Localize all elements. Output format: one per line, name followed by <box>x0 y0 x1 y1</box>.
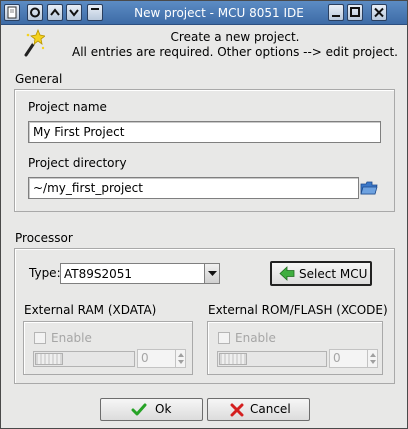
shade-down-icon[interactable] <box>66 4 82 21</box>
external-rom-spinbox[interactable]: 0 <box>329 349 378 368</box>
external-ram-enable-label: Enable <box>51 331 92 345</box>
ok-button[interactable]: Ok <box>100 398 203 421</box>
header-text-1: Create a new project. <box>170 30 300 44</box>
project-directory-input[interactable]: ~/my_first_project <box>28 177 359 199</box>
cancel-x-icon <box>230 403 244 420</box>
external-ram-slider[interactable] <box>33 351 135 367</box>
dialog-window: New project - MCU 8051 IDE Create a new … <box>0 0 408 429</box>
select-mcu-button[interactable]: Select MCU <box>270 261 372 286</box>
type-label: Type: <box>29 266 61 280</box>
mcu-type-value: AT89S2051 <box>64 267 133 281</box>
project-directory-label: Project directory <box>28 156 127 170</box>
header-text-2: All entries are required. Other options … <box>72 45 398 59</box>
mcu-type-combobox[interactable]: AT89S2051 <box>60 263 220 284</box>
processor-section-title: Processor <box>15 231 73 245</box>
spin-arrows-icon[interactable] <box>367 350 377 367</box>
external-ram-title: External RAM (XDATA) <box>24 303 157 317</box>
magic-wand-icon <box>19 28 46 59</box>
external-rom-enable-label: Enable <box>235 331 276 345</box>
select-mcu-label: Select MCU <box>299 267 368 281</box>
dropdown-arrow-icon[interactable] <box>204 264 219 283</box>
cancel-button[interactable]: Cancel <box>207 398 310 421</box>
title-bar[interactable]: New project - MCU 8051 IDE <box>1 1 407 25</box>
checkmark-icon <box>131 403 147 420</box>
window-menu-bar-icon[interactable] <box>87 4 103 21</box>
external-rom-slider[interactable] <box>217 351 327 367</box>
sticky-icon[interactable] <box>27 4 43 21</box>
shade-up-icon[interactable] <box>47 4 63 21</box>
close-icon[interactable] <box>371 4 387 21</box>
cancel-label: Cancel <box>250 402 291 416</box>
maximize-icon[interactable] <box>347 4 363 21</box>
slider-thumb[interactable] <box>35 353 63 365</box>
external-rom-title: External ROM/FLASH (XCODE) <box>208 303 388 317</box>
general-section-title: General <box>15 72 63 86</box>
external-rom-value: 0 <box>333 351 341 365</box>
spin-arrows-icon[interactable] <box>175 350 185 367</box>
project-name-label: Project name <box>28 100 107 114</box>
project-name-input[interactable]: My First Project <box>28 121 381 143</box>
open-folder-icon[interactable] <box>360 179 378 197</box>
slider-thumb[interactable] <box>219 353 247 365</box>
external-rom-enable-checkbox[interactable] <box>218 332 230 344</box>
window-title: New project - MCU 8051 IDE <box>134 6 304 20</box>
external-ram-enable-checkbox[interactable] <box>34 332 46 344</box>
external-ram-value: 0 <box>141 351 149 365</box>
minimize-icon[interactable] <box>328 4 344 21</box>
window-menu-icon[interactable] <box>4 4 20 21</box>
external-ram-spinbox[interactable]: 0 <box>137 349 186 368</box>
arrow-left-icon <box>279 266 295 284</box>
ok-label: Ok <box>155 402 172 416</box>
